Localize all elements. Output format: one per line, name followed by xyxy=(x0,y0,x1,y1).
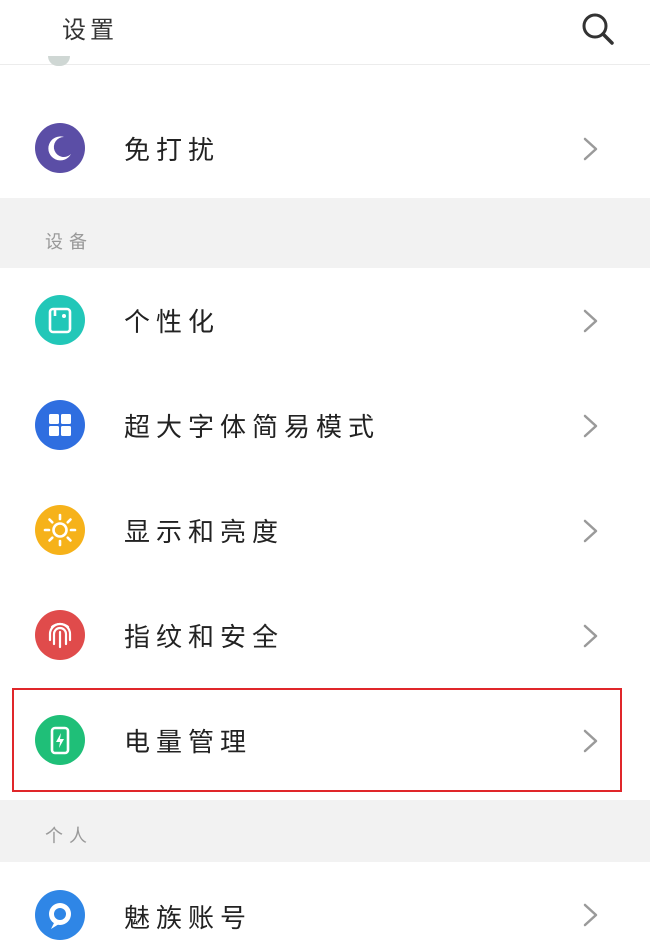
settings-item-label: 免打扰 xyxy=(124,136,221,166)
section-header-personal: 个人 xyxy=(0,800,650,862)
settings-item-label: 电量管理 xyxy=(124,728,253,758)
chevron-right-icon xyxy=(583,729,598,753)
settings-item-large-font-mode[interactable]: 超大字体简易模式 xyxy=(0,373,650,478)
search-button[interactable] xyxy=(575,6,619,50)
account-icon xyxy=(35,890,85,940)
settings-item-label: 指纹和安全 xyxy=(124,623,285,653)
page-title: 设置 xyxy=(62,16,118,44)
settings-item-label: 魅族账号 xyxy=(124,904,253,934)
settings-item-label: 个性化 xyxy=(124,308,221,338)
chevron-right-icon xyxy=(583,309,598,333)
search-icon xyxy=(582,13,614,45)
settings-item-fingerprint-security[interactable]: 指纹和安全 xyxy=(0,583,650,688)
top-bar: 设置 xyxy=(0,0,650,65)
moon-icon xyxy=(35,123,85,173)
settings-item-meizu-account[interactable]: 魅族账号 xyxy=(0,862,650,950)
chevron-right-icon xyxy=(583,624,598,648)
chevron-right-icon xyxy=(583,137,598,161)
chevron-right-icon xyxy=(583,903,598,927)
personalize-icon xyxy=(35,295,85,345)
battery-icon xyxy=(35,715,85,765)
fingerprint-icon xyxy=(35,610,85,660)
section-header-device: 设备 xyxy=(0,198,650,268)
sun-icon xyxy=(35,505,85,555)
chevron-right-icon xyxy=(583,519,598,543)
settings-item-label: 显示和亮度 xyxy=(124,518,285,548)
settings-item-display-brightness[interactable]: 显示和亮度 xyxy=(0,478,650,583)
settings-item-battery-management[interactable]: 电量管理 xyxy=(0,690,650,790)
section-label: 设备 xyxy=(45,232,93,253)
chevron-right-icon xyxy=(583,414,598,438)
settings-item-do-not-disturb[interactable]: 免打扰 xyxy=(0,96,650,201)
settings-item-personalization[interactable]: 个性化 xyxy=(0,268,650,373)
grid-icon xyxy=(35,400,85,450)
settings-item-label: 超大字体简易模式 xyxy=(124,413,381,443)
section-label: 个人 xyxy=(45,826,93,847)
